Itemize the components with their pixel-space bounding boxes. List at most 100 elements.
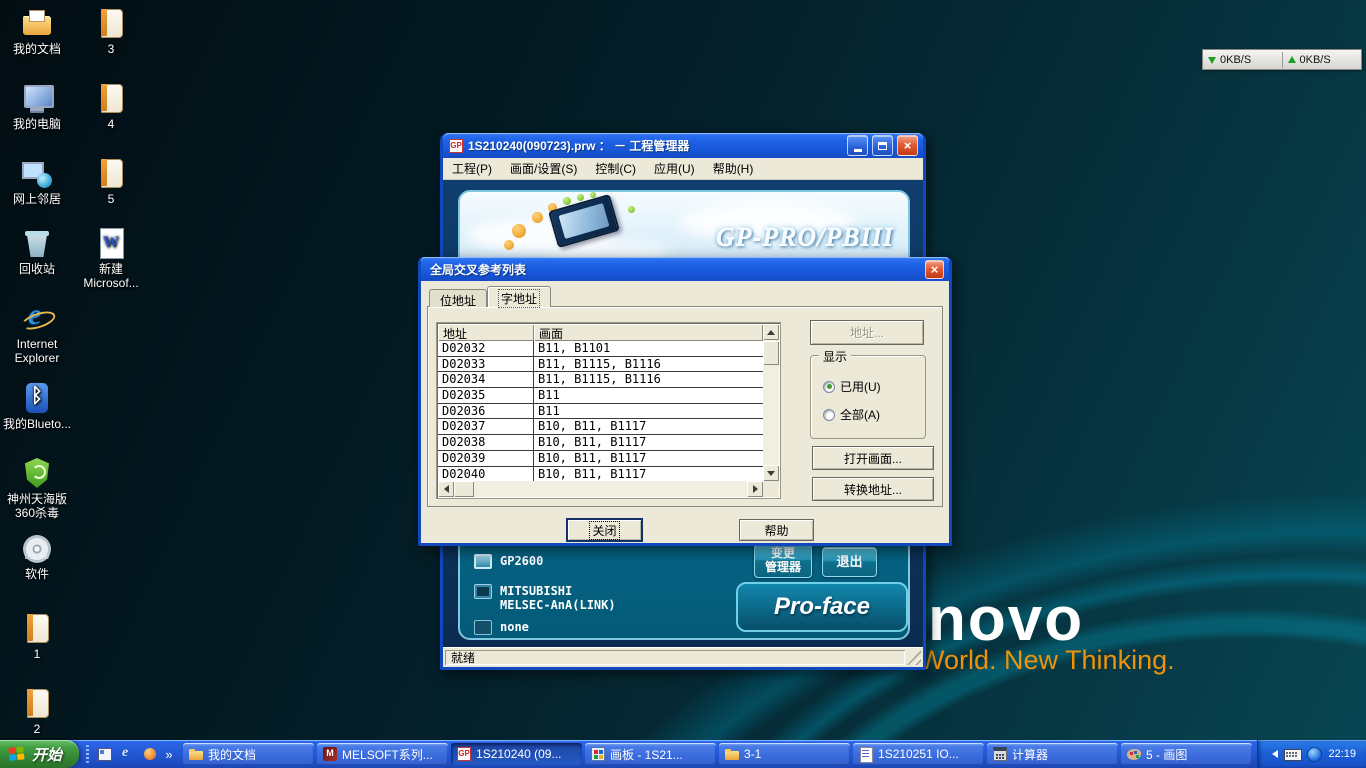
notebook-doc-icon <box>20 686 54 720</box>
scrollbar-corner <box>763 481 779 497</box>
dialog-close-button[interactable]: × <box>925 260 944 279</box>
notebook-doc-icon <box>20 611 54 645</box>
resize-grip[interactable] <box>907 650 921 665</box>
tray-collapse-chevron[interactable] <box>1268 743 1278 765</box>
quick-launch-media[interactable] <box>140 743 160 765</box>
desktop-icon-doc-2[interactable]: 2 <box>1 686 73 737</box>
quick-launch <box>79 740 180 768</box>
menu-project[interactable]: 工程(P) <box>443 157 501 180</box>
help-button[interactable]: 帮助 <box>739 519 814 541</box>
maximize-button[interactable] <box>872 135 893 156</box>
network-speed-monitor[interactable]: 0KB/S 0KB/S <box>1202 49 1362 70</box>
exit-button[interactable]: 退出 <box>822 547 877 577</box>
open-screen-button[interactable]: 打开画面... <box>812 446 934 470</box>
desktop-icon-bluetooth[interactable]: 我的Blueto... <box>1 381 73 432</box>
minimize-icon <box>854 149 862 152</box>
table-row[interactable]: D02032B11, B1101 <box>438 341 763 357</box>
desktop-icon-antivirus[interactable]: 神州天海版 360杀毒 <box>1 456 73 521</box>
radio-selected-icon <box>823 381 835 393</box>
my-documents-icon <box>20 6 54 40</box>
menu-control[interactable]: 控制(C) <box>586 157 645 180</box>
address-button[interactable]: 地址... <box>810 320 924 345</box>
menu-help[interactable]: 帮助(H) <box>704 157 763 180</box>
maximize-icon <box>878 142 887 150</box>
desktop-icon-doc-4[interactable]: 4 <box>75 81 147 132</box>
display-group-label: 显示 <box>819 348 851 365</box>
table-row[interactable]: D02037B10, B11, B1117 <box>438 419 763 435</box>
desktop-icon-doc-3[interactable]: 3 <box>75 6 147 57</box>
toolbar-handle[interactable] <box>86 745 89 763</box>
task-drawing-board[interactable]: 画板 - 1S21... <box>585 743 716 765</box>
dvd-disc-icon: DVD-RW <box>20 531 54 565</box>
close-button[interactable]: × <box>897 135 918 156</box>
table-row[interactable]: D02034B11, B1115, B1116 <box>438 372 763 388</box>
menu-utility[interactable]: 应用(U) <box>645 157 704 180</box>
desktop-icon-new-word-doc[interactable]: 新建 Microsof... <box>75 226 147 291</box>
vertical-scrollbar[interactable] <box>763 324 779 481</box>
extra-device-icon <box>474 620 492 635</box>
horizontal-scroll-thumb[interactable] <box>454 481 474 497</box>
start-button[interactable]: 开始 <box>0 740 79 768</box>
dialog-title: 全局交叉参考列表 <box>426 261 921 278</box>
task-1s210240-active[interactable]: 1S210240 (09... <box>451 743 582 765</box>
task-paint[interactable]: 5 - 画图 <box>1121 743 1252 765</box>
dialog-titlebar[interactable]: 全局交叉参考列表 × <box>421 257 949 281</box>
minimize-button[interactable] <box>847 135 868 156</box>
task-folder-3-1[interactable]: 3-1 <box>719 743 850 765</box>
table-row[interactable]: D02035B11 <box>438 388 763 404</box>
main-titlebar[interactable]: 1S210240(090723).prw ： － 工程管理器 × <box>443 133 923 158</box>
vertical-scroll-thumb[interactable] <box>763 341 779 365</box>
table-row[interactable]: D02040B10, B11, B1117 <box>438 467 763 482</box>
quick-launch-show-desktop[interactable] <box>94 743 114 765</box>
desktop-icon-my-documents[interactable]: 我的文档 <box>1 6 73 57</box>
desktop-icon-internet-explorer[interactable]: Internet Explorer <box>1 301 73 366</box>
up-arrow-icon <box>1288 52 1296 63</box>
task-calculator[interactable]: 计算器 <box>987 743 1118 765</box>
taskbar: 开始 我的文档 MELSOFT系列... 1S210240 (09... 画板 … <box>0 740 1366 768</box>
table-row[interactable]: D02036B11 <box>438 404 763 420</box>
word-document-icon <box>94 226 128 260</box>
task-my-documents[interactable]: 我的文档 <box>183 743 314 765</box>
scroll-down-button[interactable] <box>763 465 779 481</box>
bluetooth-icon <box>20 381 54 415</box>
tab-word-address[interactable]: 字地址 <box>487 286 551 307</box>
desktop-icon-network-places[interactable]: 网上邻居 <box>1 156 73 207</box>
tray-status-icon[interactable] <box>1306 746 1322 762</box>
column-header-screen[interactable]: 画面 <box>534 324 763 341</box>
radio-all[interactable]: 全部(A) <box>823 406 880 423</box>
table-row[interactable]: D02038B10, B11, B1117 <box>438 435 763 451</box>
internet-explorer-icon <box>119 746 135 762</box>
table-header-row: 地址 画面 <box>438 324 763 341</box>
scroll-left-button[interactable] <box>438 481 454 497</box>
table-row[interactable]: D02039B10, B11, B1117 <box>438 451 763 467</box>
main-menubar: 工程(P) 画面/设置(S) 控制(C) 应用(U) 帮助(H) <box>443 158 923 180</box>
quick-launch-ie[interactable] <box>117 743 137 765</box>
extra-device-row: none <box>474 620 529 635</box>
radio-used[interactable]: 已用(U) <box>823 378 881 395</box>
desktop-icon-doc-1[interactable]: 1 <box>1 611 73 662</box>
desktop-icon-dvd-software[interactable]: DVD-RW 软件 <box>1 531 73 582</box>
desktop-icon-my-computer[interactable]: 我的电脑 <box>1 81 73 132</box>
clock[interactable]: 22:19 <box>1328 748 1356 760</box>
folder-icon <box>188 746 204 762</box>
menu-screen-settings[interactable]: 画面/设置(S) <box>501 157 586 180</box>
scroll-up-button[interactable] <box>763 324 779 340</box>
desktop-icon-recycle-bin[interactable]: 回收站 <box>1 226 73 277</box>
task-1s210251-io[interactable]: 1S210251 IO... <box>853 743 984 765</box>
keyboard-tray-icon[interactable] <box>1284 746 1300 762</box>
desktop-icon-doc-5[interactable]: 5 <box>75 156 147 207</box>
table-row[interactable]: D02033B11, B1115, B1116 <box>438 357 763 373</box>
change-manager-button[interactable]: 变更 管理器 <box>754 544 812 578</box>
display-unit-icon <box>474 554 492 569</box>
column-header-address[interactable]: 地址 <box>438 324 534 341</box>
windows-flag-icon <box>8 746 26 763</box>
down-triangle-icon <box>767 471 775 480</box>
close-dialog-button[interactable]: 关闭 <box>567 519 642 541</box>
quick-launch-overflow-chevron[interactable] <box>163 747 175 762</box>
tab-bit-address[interactable]: 位地址 <box>429 289 487 307</box>
horizontal-scrollbar[interactable] <box>438 481 763 497</box>
scroll-right-button[interactable] <box>747 481 763 497</box>
task-melsoft[interactable]: MELSOFT系列... <box>317 743 448 765</box>
system-tray: 22:19 <box>1257 740 1366 768</box>
convert-address-button[interactable]: 转换地址... <box>812 477 934 501</box>
